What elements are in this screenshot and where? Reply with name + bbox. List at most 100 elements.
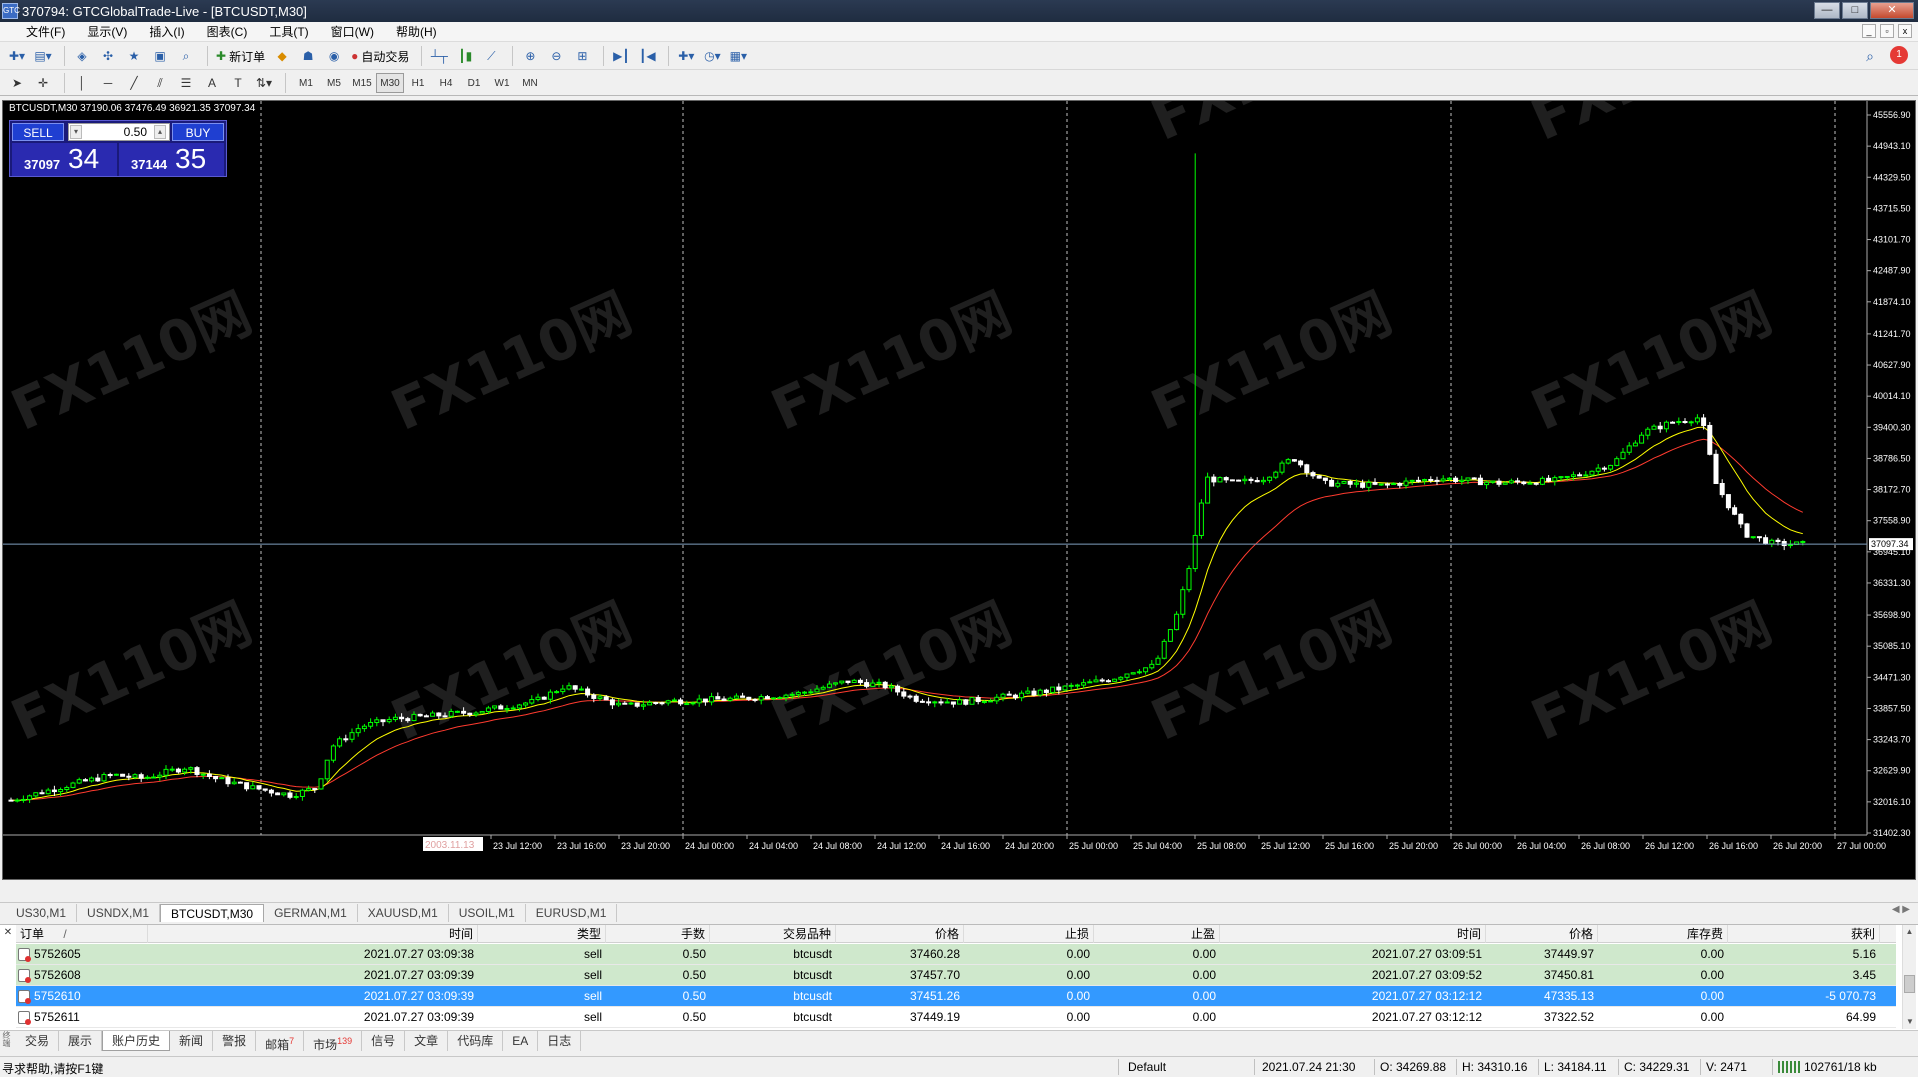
scroll-up-icon[interactable]: ▲: [1903, 925, 1916, 939]
line-chart-icon[interactable]: ⟋: [480, 45, 502, 67]
chart-tab[interactable]: XAUUSD,M1: [358, 904, 449, 922]
menu-file[interactable]: 文件(F): [26, 23, 65, 40]
timeframe-h4[interactable]: H4: [432, 73, 460, 93]
timeframe-d1[interactable]: D1: [460, 73, 488, 93]
candlestick-chart-canvas[interactable]: FX110网 FX110网 FX110网 FX110网 FX110网 FX110网 FX11…: [3, 101, 1915, 879]
menu-window[interactable]: 窗口(W): [331, 23, 374, 40]
lot-increase-icon[interactable]: ▴: [154, 125, 166, 139]
table-row[interactable]: 5752605 2021.07.27 03:09:38 sell 0.50 btcusd…: [16, 944, 1896, 965]
minimize-button[interactable]: —: [1814, 2, 1840, 19]
table-row[interactable]: 5752608 2021.07.27 03:09:39 sell 0.50 btcusd…: [16, 965, 1896, 986]
scroll-thumb[interactable]: [1904, 975, 1915, 993]
chart-tab[interactable]: EURUSD,M1: [526, 904, 618, 922]
child-restore-button[interactable]: ▫: [1880, 24, 1894, 38]
chart-tab[interactable]: US30,M1: [6, 904, 78, 922]
menu-help[interactable]: 帮助(H): [396, 23, 437, 40]
timeframe-mn[interactable]: MN: [516, 73, 544, 93]
sell-quote[interactable]: 37097 34: [12, 143, 117, 176]
chart-shift-icon[interactable]: ┃◀: [636, 45, 658, 67]
sell-button[interactable]: SELL: [12, 123, 64, 141]
market-watch-icon[interactable]: ◈: [71, 45, 93, 67]
price-chart[interactable]: FX110网 FX110网 FX110网 FX110网 FX110网 FX110网 FX11…: [2, 100, 1916, 880]
close-button[interactable]: ✕: [1870, 2, 1914, 19]
terminal-tab[interactable]: 信号: [362, 1031, 406, 1051]
arrows-icon[interactable]: ⇅▾: [253, 72, 275, 94]
status-traffic[interactable]: 102761/18 kb: [1804, 1060, 1877, 1074]
col-type[interactable]: 类型: [478, 925, 606, 943]
candlestick-chart-icon[interactable]: ┃▮: [454, 45, 476, 67]
col-sl[interactable]: 止损: [964, 925, 1094, 943]
tile-windows-icon[interactable]: ⊞: [571, 45, 593, 67]
terminal-scrollbar[interactable]: ▲ ▼: [1902, 925, 1916, 1029]
timeframe-m1[interactable]: M1: [292, 73, 320, 93]
tab-scroll-arrows-icon[interactable]: ◀ ▶: [1892, 904, 1910, 915]
timeframe-m15[interactable]: M15: [348, 73, 376, 93]
strategy-tester-icon[interactable]: ⌕: [175, 45, 197, 67]
terminal-tab[interactable]: 展示: [59, 1031, 103, 1051]
status-profile[interactable]: Default: [1128, 1060, 1166, 1074]
fibonacci-icon[interactable]: ☰: [175, 72, 197, 94]
auto-trading-button[interactable]: ● 自动交易: [349, 45, 411, 67]
terminal-icon[interactable]: ▣: [149, 45, 171, 67]
chart-tab-active[interactable]: BTCUSDT,M30: [160, 904, 265, 922]
col-open-price[interactable]: 价格: [836, 925, 964, 943]
signals-icon[interactable]: ◉: [323, 45, 345, 67]
terminal-tab[interactable]: 日志: [538, 1031, 582, 1051]
col-order[interactable]: 订单 /: [20, 925, 148, 943]
chart-tab[interactable]: GERMAN,M1: [264, 904, 358, 922]
text-label-icon[interactable]: T: [227, 72, 249, 94]
menu-tools[interactable]: 工具(T): [269, 23, 308, 40]
col-profit[interactable]: 获利: [1728, 925, 1880, 943]
new-order-button[interactable]: ✚ 新订单: [214, 45, 267, 67]
periods-icon[interactable]: ◷▾: [701, 45, 723, 67]
chart-tab[interactable]: USOIL,M1: [449, 904, 526, 922]
menu-view[interactable]: 显示(V): [87, 23, 127, 40]
col-close-price[interactable]: 价格: [1486, 925, 1598, 943]
crosshair-icon[interactable]: ✛: [32, 72, 54, 94]
table-row[interactable]: 5752610 2021.07.27 03:09:39 sell 0.50 btcusd…: [16, 986, 1896, 1007]
connection-status-icon[interactable]: [1778, 1061, 1800, 1073]
timeframe-m5[interactable]: M5: [320, 73, 348, 93]
terminal-tab[interactable]: 新闻: [170, 1031, 214, 1051]
data-window-icon[interactable]: ✣: [97, 45, 119, 67]
equidistant-channel-icon[interactable]: ⫽: [149, 72, 171, 94]
trendline-icon[interactable]: ╱: [123, 72, 145, 94]
terminal-tab[interactable]: 市场139: [304, 1031, 363, 1052]
terminal-tab[interactable]: 文章: [405, 1031, 449, 1051]
col-close-time[interactable]: 时间: [1220, 925, 1486, 943]
search-icon[interactable]: ⌕: [1866, 48, 1874, 65]
account-icon[interactable]: ☗: [297, 45, 319, 67]
timeframe-w1[interactable]: W1: [488, 73, 516, 93]
zoom-out-icon[interactable]: ⊖: [545, 45, 567, 67]
buy-button[interactable]: BUY: [172, 123, 224, 141]
child-minimize-button[interactable]: _: [1862, 24, 1876, 38]
menu-charts[interactable]: 图表(C): [207, 23, 248, 40]
profiles-icon[interactable]: ▤▾: [32, 45, 54, 67]
child-close-button[interactable]: x: [1898, 24, 1912, 38]
terminal-tab[interactable]: 账户历史: [102, 1031, 171, 1051]
scroll-down-icon[interactable]: ▼: [1903, 1015, 1917, 1029]
col-swap[interactable]: 库存费: [1598, 925, 1728, 943]
meta-editor-icon[interactable]: ◆: [271, 45, 293, 67]
terminal-tab[interactable]: 邮箱7: [256, 1031, 305, 1052]
menu-insert[interactable]: 插入(I): [149, 23, 184, 40]
navigator-icon[interactable]: ★: [123, 45, 145, 67]
text-icon[interactable]: A: [201, 72, 223, 94]
notification-badge[interactable]: 1: [1890, 46, 1908, 64]
lot-decrease-icon[interactable]: ▾: [70, 125, 82, 139]
indicators-icon[interactable]: ✚▾: [675, 45, 697, 67]
chart-tab[interactable]: USNDX,M1: [77, 904, 161, 922]
cursor-icon[interactable]: ➤: [6, 72, 28, 94]
terminal-tab[interactable]: EA: [503, 1031, 539, 1051]
vertical-line-icon[interactable]: │: [71, 72, 93, 94]
zoom-in-icon[interactable]: ⊕: [519, 45, 541, 67]
col-lots[interactable]: 手数: [606, 925, 710, 943]
auto-scroll-icon[interactable]: ▶┃: [610, 45, 632, 67]
bar-chart-icon[interactable]: ┴┬: [428, 45, 450, 67]
templates-icon[interactable]: ▦▾: [727, 45, 749, 67]
terminal-tab[interactable]: 交易: [16, 1031, 60, 1051]
col-tp[interactable]: 止盈: [1094, 925, 1220, 943]
terminal-close-icon[interactable]: ✕: [2, 927, 14, 939]
buy-quote[interactable]: 37144 35: [119, 143, 224, 176]
terminal-tab[interactable]: 代码库: [448, 1031, 504, 1051]
